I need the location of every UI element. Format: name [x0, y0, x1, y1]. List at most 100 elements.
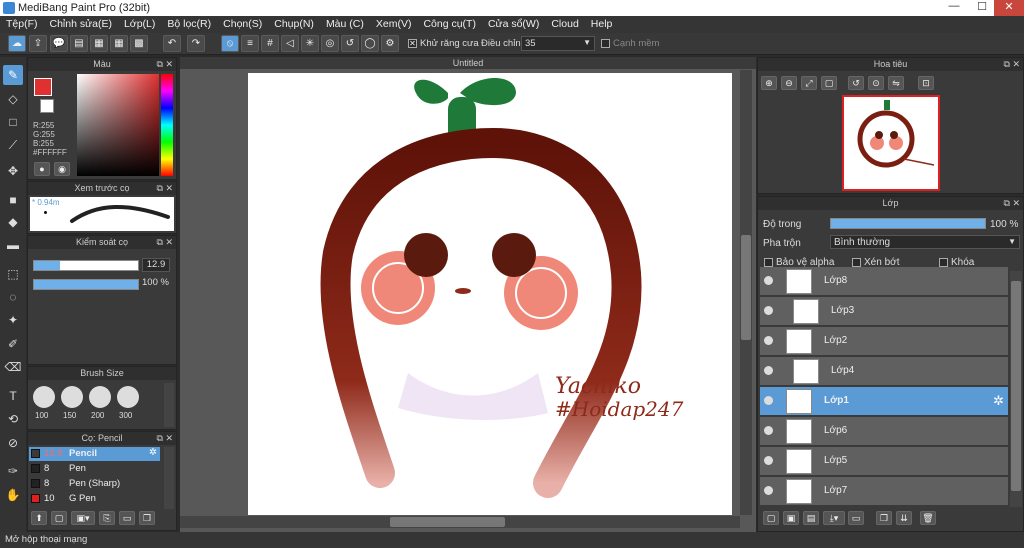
eye-icon[interactable]: [764, 456, 773, 465]
eye-icon[interactable]: [764, 276, 773, 285]
eye-icon[interactable]: [764, 486, 773, 495]
foreground-color-swatch[interactable]: [34, 78, 52, 96]
select-eraser-icon[interactable]: ⌫: [3, 357, 23, 377]
menu-view[interactable]: Xem(V): [370, 16, 418, 33]
layer-row-lop2[interactable]: Lớp2: [760, 327, 1008, 356]
rotate-left-icon[interactable]: ↺: [848, 76, 864, 90]
menu-layer[interactable]: Lớp(L): [118, 16, 161, 33]
eyedropper-icon[interactable]: ✑: [3, 461, 23, 481]
soft-edge-checkbox[interactable]: [601, 38, 610, 48]
menu-filter[interactable]: Bộ lọc(R): [161, 16, 217, 33]
move-tool-icon[interactable]: ✥: [3, 161, 23, 181]
brush-size-preset-200[interactable]: [89, 386, 111, 408]
menu-cloud[interactable]: Cloud: [545, 16, 584, 33]
radial-snap-icon[interactable]: ✳: [301, 35, 319, 52]
rect-tool-icon[interactable]: □: [3, 112, 23, 132]
brush-tool-icon[interactable]: ✎: [3, 65, 23, 85]
tiles-icon[interactable]: ▩: [130, 35, 148, 52]
bucket-tool-icon[interactable]: ◆: [3, 212, 23, 232]
fit-icon[interactable]: ⤢: [801, 76, 817, 90]
operation-tool-icon[interactable]: ⟲: [3, 409, 23, 429]
brush-menu-icon[interactable]: ▣▾: [71, 511, 95, 525]
canvas-horizontal-scrollbar[interactable]: [180, 516, 740, 528]
eye-icon[interactable]: [764, 366, 773, 375]
menu-edit[interactable]: Chỉnh sửa(E): [44, 16, 118, 33]
brush-size-value[interactable]: 12.9: [142, 258, 170, 272]
panel-close-icon[interactable]: ⧉ ✕: [157, 182, 173, 195]
eye-icon[interactable]: [764, 396, 773, 405]
flip-icon[interactable]: ⇋: [888, 76, 904, 90]
dropper-tool-icon[interactable]: ⊘: [3, 433, 23, 453]
fill-rect-tool-icon[interactable]: ■: [3, 190, 23, 210]
hue-slider[interactable]: [161, 74, 173, 176]
layer-row-lop3[interactable]: Lớp3: [760, 297, 1008, 326]
antialias-checkbox[interactable]: ✕: [408, 38, 417, 48]
redo-icon[interactable]: ↷: [187, 35, 205, 52]
gear-icon[interactable]: ✲: [993, 393, 1004, 409]
brush-item-gpen[interactable]: 10 G Pen: [29, 492, 159, 506]
cloud-icon[interactable]: ☁: [8, 35, 26, 52]
merge-layer-icon[interactable]: ⇊: [896, 511, 912, 525]
menu-window[interactable]: Cửa sổ(W): [482, 16, 545, 33]
layer-menu-icon[interactable]: ⤓▾: [823, 511, 845, 525]
brush-opacity-slider[interactable]: [33, 279, 139, 290]
new-halftone-layer-icon[interactable]: ▣: [783, 511, 799, 525]
panel-close-icon[interactable]: ⧉ ✕: [157, 58, 173, 71]
layer-opacity-slider[interactable]: [830, 218, 986, 229]
add-brush-icon[interactable]: ⬆: [31, 511, 47, 525]
navigator-thumbnail[interactable]: [842, 95, 940, 191]
protect-alpha-checkbox[interactable]: [764, 257, 773, 267]
menu-color[interactable]: Màu (C): [320, 16, 370, 33]
folder-icon[interactable]: ▭: [848, 511, 864, 525]
snap-settings-icon[interactable]: ⚙: [381, 35, 399, 52]
layer-row-lop6[interactable]: Lớp6: [760, 417, 1008, 446]
layer-row-lop7[interactable]: Lớp7: [760, 477, 1008, 506]
eye-icon[interactable]: [764, 426, 773, 435]
brush-item-pen[interactable]: 8 Pen: [29, 462, 159, 476]
menu-tools[interactable]: Công cụ(T): [417, 16, 482, 33]
brush-size-preset-300[interactable]: [117, 386, 139, 408]
layer-row-lop4[interactable]: Lớp4: [760, 357, 1008, 386]
vanish-snap-icon[interactable]: ◁: [281, 35, 299, 52]
curve-snap-icon[interactable]: ↺: [341, 35, 359, 52]
document-icon[interactable]: ▦: [90, 35, 108, 52]
select-pen-icon[interactable]: ✐: [3, 334, 23, 354]
antialias-toggle[interactable]: ✕ Khử răng cưa: [408, 38, 479, 49]
comment-icon[interactable]: ▤: [70, 35, 88, 52]
magic-wand-icon[interactable]: ✦: [3, 310, 23, 330]
horizontal-scroll-thumb[interactable]: [390, 517, 505, 527]
lock-checkbox[interactable]: [939, 257, 948, 267]
adjust-select[interactable]: 35 ▼: [521, 36, 595, 51]
circle-snap-icon[interactable]: ◎: [321, 35, 339, 52]
folder-icon[interactable]: ▭: [119, 511, 135, 525]
menu-file[interactable]: Tệp(F): [0, 16, 44, 33]
saturation-value-picker[interactable]: [77, 74, 159, 176]
layer-row-lop5[interactable]: Lớp5: [760, 447, 1008, 476]
gradient-tool-icon[interactable]: ▬: [3, 235, 23, 255]
ellipse-snap-icon[interactable]: ◯: [361, 35, 379, 52]
brush-size-scrollbar[interactable]: [164, 383, 174, 427]
maximize-button[interactable]: ☐: [968, 0, 996, 16]
canvas-vertical-scrollbar[interactable]: [740, 70, 752, 515]
menu-select[interactable]: Chọn(S): [217, 16, 268, 33]
lasso-icon[interactable]: ◌: [3, 287, 23, 307]
eye-icon[interactable]: [764, 336, 773, 345]
panel-close-icon[interactable]: ⧉ ✕: [1004, 197, 1020, 210]
brush-size-preset-150[interactable]: [61, 386, 83, 408]
vertical-scroll-thumb[interactable]: [741, 235, 751, 340]
layer-row-lop1[interactable]: Lớp1 ✲: [760, 387, 1008, 416]
new-8bit-layer-icon[interactable]: ▤: [803, 511, 819, 525]
blend-mode-select[interactable]: Bình thường ▼: [830, 235, 1020, 249]
zoom-out-icon[interactable]: ⊖: [781, 76, 797, 90]
actual-size-icon[interactable]: ▢: [821, 76, 837, 90]
brush-item-pencil[interactable]: 12.9 Pencil ✲: [29, 447, 160, 461]
minimize-button[interactable]: —: [940, 0, 968, 16]
close-button[interactable]: ✕: [994, 0, 1024, 16]
layer-list-scrollbar[interactable]: [1010, 271, 1022, 507]
nav-settings-icon[interactable]: ⊡: [918, 76, 934, 90]
layer-scroll-thumb[interactable]: [1011, 281, 1021, 491]
hand-tool-icon[interactable]: ✋: [3, 485, 23, 505]
layer-row-lop8[interactable]: Lớp8: [760, 267, 1008, 296]
zoom-in-icon[interactable]: ⊕: [761, 76, 777, 90]
brush-size-preset-100[interactable]: [33, 386, 55, 408]
